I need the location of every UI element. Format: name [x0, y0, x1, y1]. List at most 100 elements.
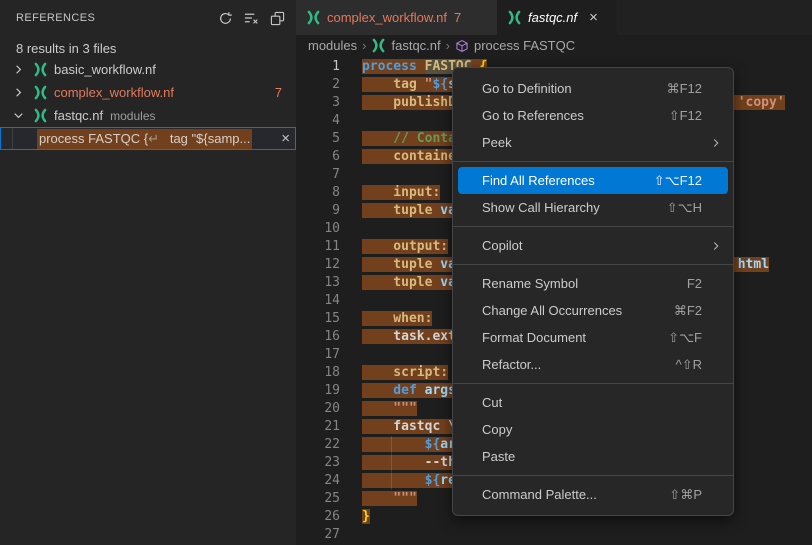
menu-item-show-call-hierarchy[interactable]: Show Call Hierarchy⇧⌥H [453, 194, 733, 221]
chevron-down-icon[interactable] [10, 108, 26, 124]
menu-item-command-palette[interactable]: Command Palette...⇧⌘P [453, 481, 733, 508]
line-number[interactable]: 24 [296, 472, 340, 490]
code-text[interactable]: } [340, 508, 370, 526]
code-token: tuple [362, 275, 440, 290]
code-text[interactable] [340, 220, 362, 238]
menu-item-change-all-occurrences[interactable]: Change All Occurrences⌘F2 [453, 297, 733, 324]
line-number[interactable]: 19 [296, 382, 340, 400]
menu-item-peek[interactable]: Peek [453, 129, 733, 156]
line-number[interactable]: 5 [296, 130, 340, 148]
menu-item-format-document[interactable]: Format Document⇧⌥F [453, 324, 733, 351]
code-token: """ [362, 491, 417, 506]
menu-item-go-to-definition[interactable]: Go to Definition⌘F12 [453, 75, 733, 102]
line-number[interactable]: 25 [296, 490, 340, 508]
file-name: basic_workflow.nf [54, 62, 156, 77]
tab-fastqc[interactable]: fastqc.nf × [497, 0, 617, 35]
code-text[interactable]: when: [340, 310, 432, 328]
line-number[interactable]: 21 [296, 418, 340, 436]
line-number[interactable]: 14 [296, 292, 340, 310]
code-token: input: [362, 185, 440, 200]
line-number[interactable]: 12 [296, 256, 340, 274]
menu-item-refactor[interactable]: Refactor...^⇧R [453, 351, 733, 378]
code-text[interactable] [340, 292, 362, 310]
file-row[interactable]: fastqc.nfmodules [0, 104, 296, 127]
breadcrumb: modules › fastqc.nf › process FASTQC [296, 35, 812, 56]
collapse-all-button[interactable] [268, 9, 286, 27]
line-number[interactable]: 9 [296, 202, 340, 220]
menu-item-copilot[interactable]: Copilot [453, 232, 733, 259]
breadcrumb-item-symbol[interactable]: process FASTQC [474, 38, 575, 53]
refresh-button[interactable] [216, 9, 234, 27]
code-text[interactable] [340, 346, 362, 364]
editor-context-menu: Go to Definition⌘F12Go to References⇧F12… [452, 67, 734, 516]
line-number[interactable]: 8 [296, 184, 340, 202]
code-text[interactable]: input: [340, 184, 440, 202]
menu-item-label: Go to Definition [482, 81, 667, 96]
breadcrumb-item-modules[interactable]: modules [308, 38, 357, 53]
references-sidebar: REFERENCES 8 results in 3 files basic_wo… [0, 0, 296, 545]
line-number[interactable]: 3 [296, 94, 340, 112]
line-number[interactable]: 11 [296, 238, 340, 256]
tab-complex-workflow[interactable]: complex_workflow.nf 7 [296, 0, 497, 35]
menu-item-label: Cut [482, 395, 725, 410]
menu-separator [453, 383, 733, 384]
reference-range-highlight: when: [362, 311, 432, 326]
menu-item-shortcut: ⌘F2 [674, 303, 702, 319]
tree-indent-guide [12, 128, 13, 149]
code-token: } [362, 509, 370, 524]
line-number[interactable]: 15 [296, 310, 340, 328]
menu-item-cut[interactable]: Cut [453, 389, 733, 416]
menu-item-shortcut: ⇧F12 [669, 108, 702, 124]
code-token: """ [362, 401, 417, 416]
close-tab-icon[interactable]: × [589, 9, 598, 26]
code-line[interactable]: 27 [296, 526, 812, 544]
line-number[interactable]: 13 [296, 274, 340, 292]
reference-result-row[interactable]: process FASTQC {↵ tag "${samp... × [0, 127, 296, 150]
line-number[interactable]: 10 [296, 220, 340, 238]
menu-item-shortcut: ⇧⌥F12 [654, 173, 702, 189]
line-number[interactable]: 2 [296, 76, 340, 94]
file-row[interactable]: complex_workflow.nf7 [0, 81, 296, 104]
menu-item-label: Command Palette... [482, 487, 669, 502]
code-text[interactable] [340, 166, 362, 184]
menu-item-copy[interactable]: Copy [453, 416, 733, 443]
line-number[interactable]: 20 [296, 400, 340, 418]
code-text[interactable]: fastqc \ [340, 418, 456, 436]
line-number[interactable]: 26 [296, 508, 340, 526]
chevron-right-icon[interactable] [10, 62, 26, 78]
code-text[interactable]: output: [340, 238, 448, 256]
line-number[interactable]: 27 [296, 526, 340, 544]
line-number[interactable]: 22 [296, 436, 340, 454]
file-description: modules [110, 109, 155, 123]
line-number[interactable]: 4 [296, 112, 340, 130]
breadcrumb-item-file[interactable]: fastqc.nf [391, 38, 440, 53]
chevron-right-icon[interactable] [10, 85, 26, 101]
code-token [417, 59, 425, 74]
file-row[interactable]: basic_workflow.nf [0, 58, 296, 81]
sidebar-header: REFERENCES [0, 0, 296, 36]
code-text[interactable]: """ [340, 400, 417, 418]
code-text[interactable] [340, 112, 362, 130]
editor-group: complex_workflow.nf 7 fastqc.nf × module… [296, 0, 812, 545]
code-text[interactable]: """ [340, 490, 417, 508]
line-number[interactable]: 7 [296, 166, 340, 184]
line-number[interactable]: 17 [296, 346, 340, 364]
line-number[interactable]: 23 [296, 454, 340, 472]
menu-item-rename-symbol[interactable]: Rename SymbolF2 [453, 270, 733, 297]
line-number[interactable]: 1 [296, 58, 340, 76]
line-number[interactable]: 18 [296, 364, 340, 382]
dismiss-result-icon[interactable]: × [281, 131, 290, 146]
line-number[interactable]: 6 [296, 148, 340, 166]
nextflow-file-icon [507, 10, 522, 25]
return-symbol: ↵ [148, 131, 159, 146]
code-text[interactable]: script: [340, 364, 448, 382]
menu-item-go-to-references[interactable]: Go to References⇧F12 [453, 102, 733, 129]
result-gap [159, 131, 170, 146]
sidebar-toolbar [216, 9, 286, 27]
line-number[interactable]: 16 [296, 328, 340, 346]
clear-results-button[interactable] [242, 9, 260, 27]
menu-item-paste[interactable]: Paste [453, 443, 733, 470]
code-token: output: [362, 239, 448, 254]
menu-item-find-all-references[interactable]: Find All References⇧⌥F12 [458, 167, 728, 194]
code-text[interactable] [340, 526, 362, 544]
